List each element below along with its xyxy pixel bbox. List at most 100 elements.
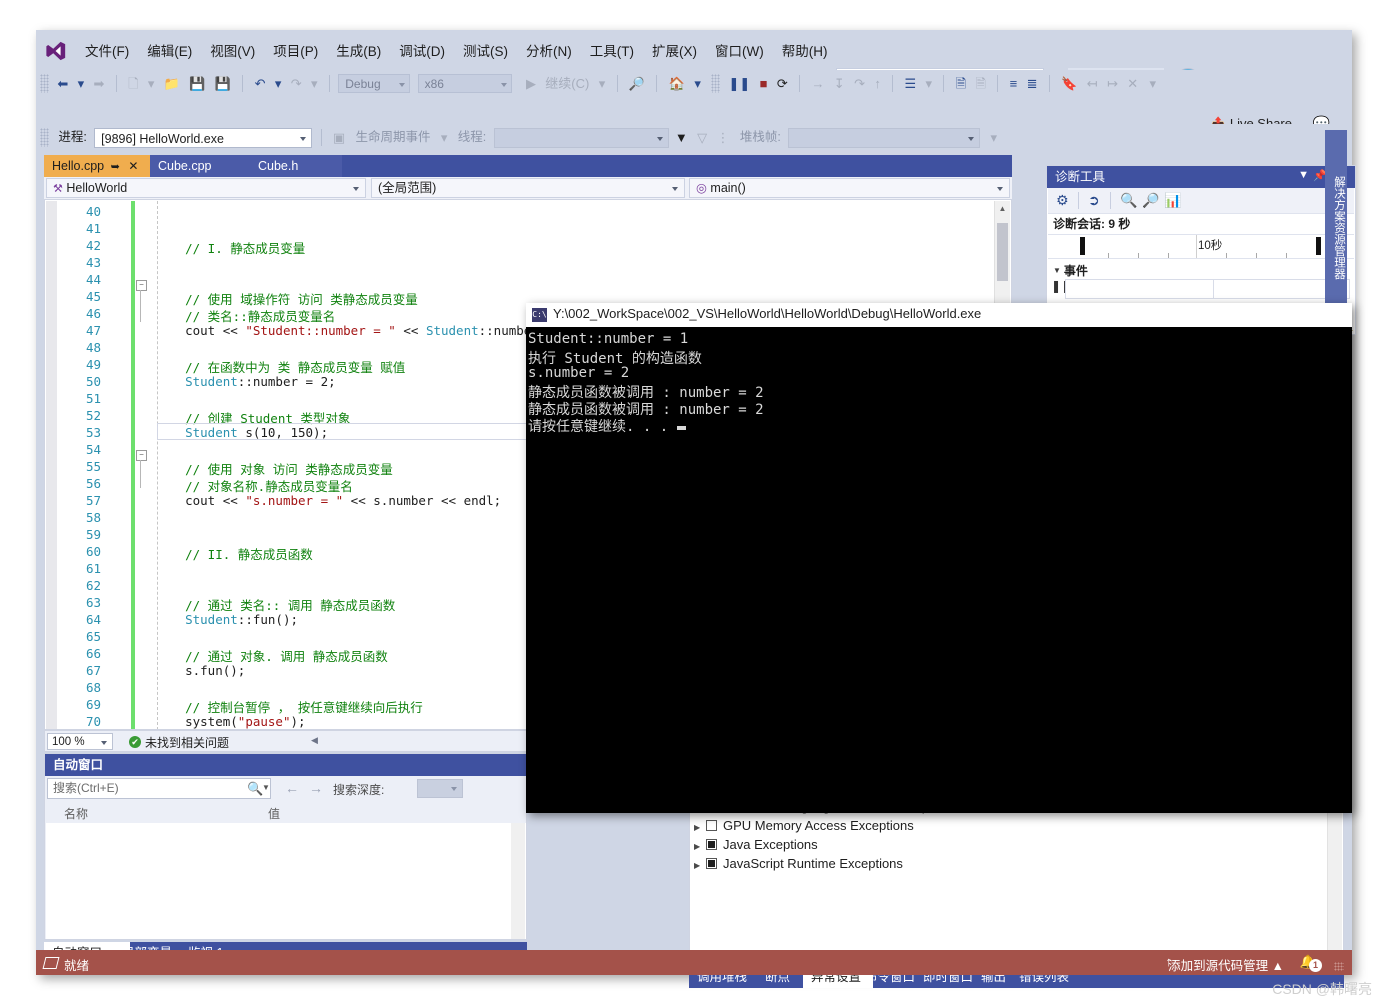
break-all-icon[interactable]: ❚❚: [726, 70, 754, 97]
code-line[interactable]: Student::number = 2;: [155, 374, 336, 389]
intellitrace-dropdown[interactable]: ▾: [923, 70, 936, 97]
type-scope-select[interactable]: (全局范围): [371, 178, 685, 198]
zoom-in-icon[interactable]: 🔍: [1120, 192, 1137, 209]
new-project-button[interactable]: 🗋: [125, 70, 141, 97]
redo-button[interactable]: ↷: [288, 70, 305, 97]
navigate-back-dropdown[interactable]: ▾: [75, 70, 88, 97]
clear-bookmarks-icon[interactable]: ✕: [1124, 70, 1141, 97]
menu-item-view[interactable]: 视图(V): [201, 37, 264, 63]
pin-icon[interactable]: ➥: [108, 161, 123, 173]
toggle-bookmark-icon[interactable]: 🔖: [1058, 70, 1080, 97]
editor-tab-cube-h[interactable]: Cube.h: [250, 155, 342, 177]
menu-item-extensions[interactable]: 扩展(X): [643, 37, 706, 63]
process-select[interactable]: [9896] HelloWorld.exe: [94, 128, 313, 148]
expand-triangle-icon[interactable]: ▶: [694, 856, 706, 875]
search-depth-select[interactable]: [417, 779, 463, 798]
console-output[interactable]: Student::number = 1 执行 Student 的构造函数 s.num…: [526, 327, 1352, 813]
menu-item-project[interactable]: 项目(P): [264, 37, 327, 63]
exception-checkbox[interactable]: [706, 820, 717, 831]
flag-threads-icon[interactable]: ⋮: [713, 124, 732, 151]
step-out-icon[interactable]: ↑: [871, 70, 884, 97]
step-into-icon[interactable]: ↧: [831, 70, 848, 97]
toolbar-grip[interactable]: [40, 128, 49, 147]
next-bookmark-icon[interactable]: ↦: [1104, 70, 1121, 97]
search-previous-icon[interactable]: ←: [285, 780, 299, 796]
autos-search-input[interactable]: 搜索(Ctrl+E): [47, 778, 271, 799]
zoom-out-icon[interactable]: 🔎: [1142, 192, 1159, 209]
stop-debugging-icon[interactable]: ■: [757, 70, 771, 97]
comment-selection-icon[interactable]: 🗎: [953, 70, 969, 97]
project-scope-select[interactable]: ⚒ HelloWorld: [46, 178, 366, 198]
events-track[interactable]: [1065, 279, 1350, 299]
thread-select[interactable]: [493, 128, 669, 148]
increase-indent-icon[interactable]: ≡: [1007, 70, 1021, 97]
redo-dropdown[interactable]: ▾: [308, 70, 321, 97]
events-section-header[interactable]: ▼ 事件: [1053, 262, 1088, 279]
menu-item-debug[interactable]: 调试(D): [390, 37, 454, 63]
menu-item-build[interactable]: 生成(B): [327, 37, 390, 63]
gear-icon[interactable]: ⚙: [1056, 192, 1069, 209]
show-next-statement-icon[interactable]: →: [808, 70, 827, 97]
continue-dropdown[interactable]: ▾: [596, 70, 609, 97]
resize-grip[interactable]: [1334, 962, 1344, 971]
navigate-back-button[interactable]: ⬅: [54, 70, 71, 97]
editor-tab-hello-cpp[interactable]: Hello.cpp ➥ ✕: [44, 155, 150, 177]
menu-item-edit[interactable]: 编辑(E): [138, 37, 201, 63]
zoom-level-select[interactable]: 100 %: [47, 733, 113, 750]
filter-icon[interactable]: ▼: [672, 124, 691, 151]
continue-button[interactable]: 继续(C): [542, 70, 592, 97]
menu-item-help[interactable]: 帮助(H): [773, 37, 837, 63]
hot-reload-icon[interactable]: 🏠: [666, 70, 688, 97]
new-project-dropdown[interactable]: ▾: [145, 70, 158, 97]
close-icon[interactable]: ✕: [126, 159, 140, 173]
step-over-icon[interactable]: ↷: [851, 70, 868, 97]
menu-item-window[interactable]: 窗口(W): [706, 37, 773, 63]
menu-item-file[interactable]: 文件(F): [76, 37, 138, 63]
editor-tab-cube-cpp[interactable]: Cube.cpp: [150, 155, 250, 177]
chevron-down-icon[interactable]: ▼: [262, 783, 270, 792]
filter-threads-icon[interactable]: ▽: [694, 124, 710, 151]
solution-platform-select[interactable]: x86: [417, 74, 512, 93]
attach-to-process-icon[interactable]: 🔎: [626, 70, 648, 97]
solution-configuration-select[interactable]: Debug: [338, 74, 411, 93]
restart-debugging-icon[interactable]: ⟳: [774, 70, 791, 97]
exception-row[interactable]: ▶ Java Exceptions: [694, 835, 818, 854]
chart-icon[interactable]: 📊: [1164, 192, 1181, 209]
stackframe-select[interactable]: [788, 128, 981, 148]
uncomment-selection-icon[interactable]: 🗎: [973, 70, 989, 97]
exception-row[interactable]: ▶ GPU Memory Access Exceptions: [694, 816, 914, 835]
add-to-source-control-button[interactable]: 添加到源代码管理 ▲: [1168, 955, 1284, 974]
console-window[interactable]: C:\ Y:\002_WorkSpace\002_VS\HelloWorld\H…: [526, 303, 1352, 813]
previous-bookmark-icon[interactable]: ↤: [1084, 70, 1101, 97]
scrollbar-thumb[interactable]: [997, 223, 1008, 281]
previous-issue-icon[interactable]: ◀: [311, 735, 318, 746]
debug-toolbar-overflow-icon[interactable]: ▾: [987, 124, 1000, 151]
code-line[interactable]: s.fun();: [155, 663, 245, 678]
toolbar-grip[interactable]: [40, 74, 49, 93]
vertical-tab-solution-explorer[interactable]: 解决方案资源管理器: [1325, 130, 1347, 326]
menu-item-test[interactable]: 测试(S): [454, 37, 517, 63]
member-scope-select[interactable]: ◎ main(): [689, 178, 1010, 198]
code-line[interactable]: cout << "s.number = " << s.number << end…: [155, 493, 501, 508]
fold-toggle-icon[interactable]: −: [136, 280, 147, 291]
toolbar-overflow-icon[interactable]: ▾: [1146, 70, 1159, 97]
code-line[interactable]: Student s(10, 150);: [155, 425, 328, 440]
toolbar-grip[interactable]: [711, 74, 721, 93]
fold-toggle-icon[interactable]: −: [136, 450, 147, 461]
autos-rows[interactable]: [46, 823, 526, 939]
code-line[interactable]: // II. 静态成员函数: [155, 544, 313, 563]
save-button[interactable]: 💾: [186, 70, 208, 97]
lifecycle-events-icon[interactable]: ▣: [330, 124, 348, 151]
menu-item-analyze[interactable]: 分析(N): [517, 37, 581, 63]
menu-bar[interactable]: 文件(F) 编辑(E) 视图(V) 项目(P) 生成(B) 调试(D) 测试(S…: [76, 30, 836, 70]
window-dropdown-icon[interactable]: ▼: [1298, 169, 1309, 181]
lifecycle-dropdown[interactable]: ▾: [438, 124, 451, 151]
save-all-button[interactable]: 💾: [212, 70, 234, 97]
navigate-forward-button[interactable]: ➡: [90, 70, 107, 97]
exception-row[interactable]: ▶ JavaScript Runtime Exceptions: [694, 854, 903, 873]
exception-checkbox[interactable]: [706, 839, 717, 850]
diagnostic-timeline-ruler[interactable]: 10秒: [1048, 234, 1354, 259]
continue-play-icon[interactable]: ▶: [523, 70, 539, 97]
undo-button[interactable]: ↶: [252, 70, 269, 97]
intellitrace-icon[interactable]: ☰: [902, 70, 920, 97]
